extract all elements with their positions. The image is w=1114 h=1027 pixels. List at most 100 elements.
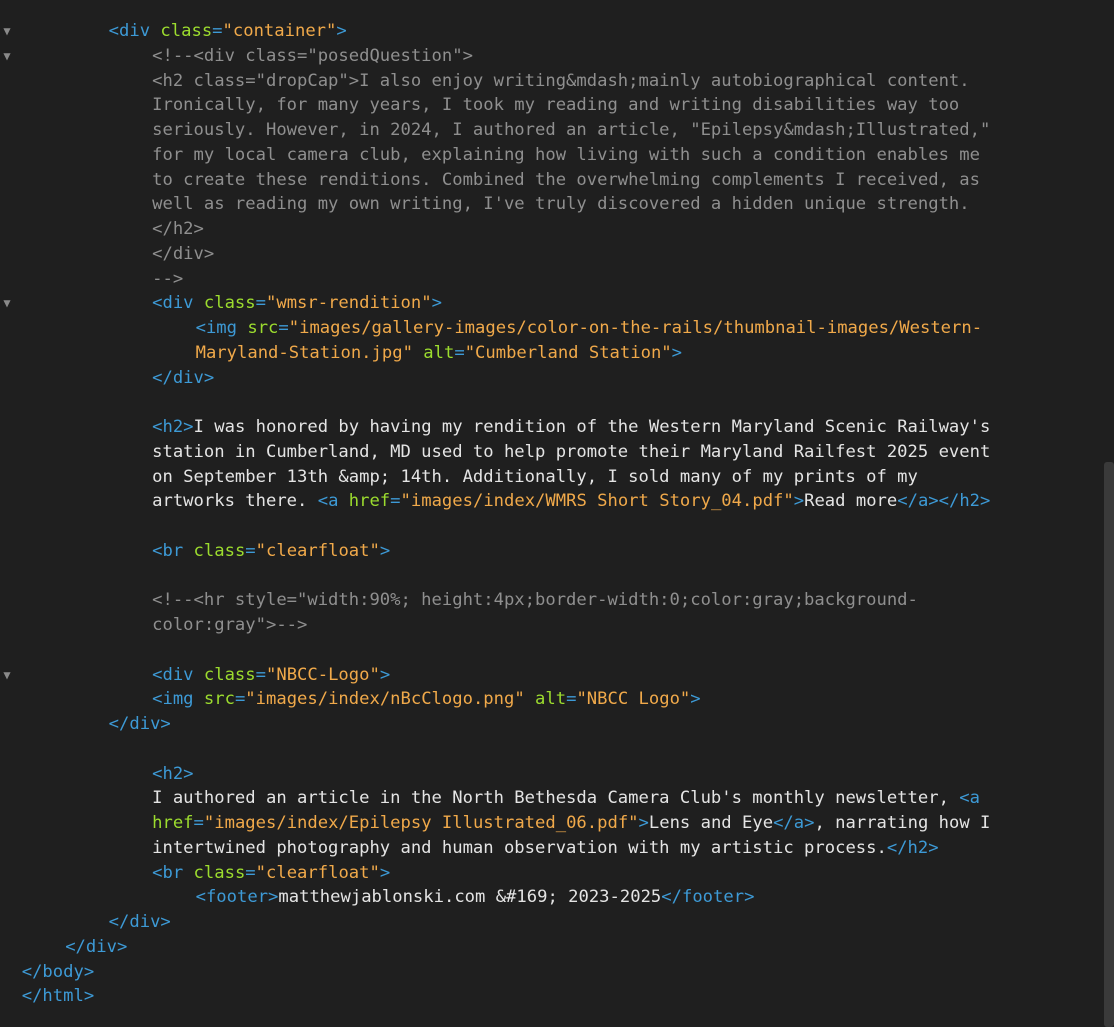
code-line[interactable]: <h2> [0, 762, 1100, 787]
code-line[interactable]: </html> [0, 984, 1100, 1009]
fold-toggle-icon[interactable]: ▼ [0, 44, 14, 69]
code-text: </div> [65, 935, 127, 960]
code-token: = [454, 342, 465, 363]
code-line[interactable] [0, 638, 1100, 663]
code-line[interactable]: on September 13th &amp; 14th. Additional… [0, 465, 1100, 490]
code-token: class [193, 862, 246, 883]
code-line[interactable]: </div> [0, 935, 1100, 960]
code-line[interactable]: well as reading my own writing, I've tru… [0, 192, 1100, 217]
code-line[interactable] [0, 737, 1100, 762]
code-line[interactable]: Ironically, for many years, I took my re… [0, 93, 1100, 118]
code-token: </html> [21, 986, 95, 1007]
code-line[interactable]: <br class="clearfloat"> [0, 539, 1100, 564]
code-token: = [255, 664, 266, 685]
code-token: </div> [152, 243, 215, 264]
code-token: > [690, 689, 701, 710]
code-token: </div> [108, 912, 171, 932]
code-line[interactable]: seriously. However, in 2024, I authored … [0, 118, 1100, 143]
code-text: Maryland-Station.jpg" alt="Cumberland St… [196, 341, 682, 366]
code-token: "clearfloat" [255, 540, 380, 561]
code-token: = [193, 813, 204, 833]
code-token: > [638, 813, 649, 833]
vertical-scrollbar[interactable] [1104, 462, 1114, 1027]
code-token: <h2> [152, 763, 194, 784]
code-token: <br [152, 540, 194, 561]
code-line[interactable]: <h2>I was honored by having my rendition… [0, 415, 1100, 440]
code-line[interactable]: </div> [0, 712, 1100, 737]
code-line[interactable]: href="images/index/Epilepsy Illustrated_… [0, 811, 1100, 836]
code-token: </div> [108, 714, 171, 734]
code-line[interactable]: artworks there. <a href="images/index/WM… [0, 489, 1100, 514]
code-text: </div> [152, 366, 214, 391]
code-text: to create these renditions. Combined the… [152, 168, 980, 193]
code-token: station in Cumberland, MD used to help p… [152, 441, 991, 462]
code-line[interactable]: </body> [0, 960, 1100, 985]
code-token: class [160, 21, 213, 41]
fold-toggle-icon[interactable]: ▼ [0, 291, 14, 316]
code-token: on September 13th &amp; 14th. Additional… [152, 466, 918, 487]
code-line[interactable]: ▼ <div class="wmsr-rendition"> [0, 291, 1100, 316]
fold-toggle-icon[interactable]: ▼ [0, 19, 14, 44]
code-line[interactable]: <footer>matthewjablonski.com &#169; 2023… [0, 885, 1100, 910]
code-line[interactable]: I authored an article in the North Bethe… [0, 786, 1100, 811]
code-line[interactable]: ▼ <!--<div class="posedQuestion"> [0, 44, 1100, 69]
code-line[interactable] [0, 390, 1100, 415]
code-token: matthewjablonski.com &#169; 2023-2025 [278, 887, 662, 908]
code-token: I authored an article in the North Bethe… [152, 788, 960, 809]
code-line[interactable]: intertwined photography and human observ… [0, 836, 1100, 861]
code-line[interactable]: color:gray">--> [0, 613, 1100, 638]
code-text: <div class="wmsr-rendition"> [152, 291, 442, 316]
code-token: <h2 class="dropCap">I also enjoy writing… [152, 70, 970, 91]
code-line[interactable]: to create these renditions. Combined the… [0, 168, 1100, 193]
code-token: , narrating how I [814, 813, 991, 833]
code-line[interactable]: ▼ <div class="NBCC-Logo"> [0, 663, 1100, 688]
code-text: seriously. However, in 2024, I authored … [152, 118, 990, 143]
code-text: color:gray">--> [152, 613, 307, 638]
code-line[interactable]: --> [0, 267, 1100, 292]
code-line[interactable]: <img src="images/index/nBcClogo.png" alt… [0, 687, 1100, 712]
code-text: intertwined photography and human observ… [152, 836, 938, 861]
fold-toggle-icon[interactable]: ▼ [0, 663, 14, 688]
code-line[interactable]: station in Cumberland, MD used to help p… [0, 440, 1100, 465]
code-line[interactable]: </h2> [0, 217, 1100, 242]
code-editor[interactable]: ▼ <div class="container"> ▼ <!--<div class=… [0, 19, 1100, 1009]
code-token: </h2> [152, 219, 204, 239]
code-line[interactable]: for my local camera club, explaining how… [0, 143, 1100, 168]
code-token: > [336, 21, 347, 41]
code-token: <div [108, 21, 161, 41]
code-token: <div [152, 293, 204, 314]
code-token: class [193, 540, 246, 561]
code-line[interactable]: <!--<hr style="width:90%; height:4px;bor… [0, 588, 1100, 613]
code-line[interactable]: </div> [0, 242, 1100, 267]
code-line[interactable]: </div> [0, 366, 1100, 391]
code-line[interactable]: <img src="images/gallery-images/color-on… [0, 316, 1100, 341]
code-token: <a [959, 788, 980, 809]
code-token: "images/index/nBcClogo.png" [245, 689, 525, 710]
code-line[interactable]: </div> [0, 910, 1100, 935]
code-line[interactable]: ▼ <div class="container"> [0, 19, 1100, 44]
code-token: src [203, 689, 235, 710]
code-token: > [379, 664, 391, 685]
code-token: Ironically, for many years, I took my re… [152, 95, 960, 116]
code-token: "images/index/WMRS Short Story_04.pdf" [400, 491, 794, 512]
code-token: href [348, 491, 391, 512]
code-token: Lens and Eye [648, 813, 774, 833]
code-line[interactable] [0, 564, 1100, 589]
code-token: well as reading my own writing, I've tru… [152, 194, 970, 215]
code-text: on September 13th &amp; 14th. Additional… [152, 465, 918, 490]
code-text: artworks there. <a href="images/index/WM… [152, 489, 990, 514]
code-token: <footer> [195, 887, 279, 908]
code-token: alt [535, 689, 567, 710]
code-line[interactable]: Maryland-Station.jpg" alt="Cumberland St… [0, 341, 1100, 366]
code-line[interactable] [0, 514, 1100, 539]
code-line[interactable]: <h2 class="dropCap">I also enjoy writing… [0, 69, 1100, 94]
code-text: --> [152, 267, 183, 292]
code-token: <img [195, 318, 248, 338]
code-token: "NBCC Logo" [576, 689, 691, 710]
code-token: <!--<div class="posedQuestion"> [152, 45, 473, 66]
code-token: </div> [152, 367, 215, 388]
code-token: > [793, 491, 805, 512]
code-line[interactable]: <br class="clearfloat"> [0, 861, 1100, 886]
code-token: seriously. However, in 2024, I authored … [152, 120, 991, 140]
